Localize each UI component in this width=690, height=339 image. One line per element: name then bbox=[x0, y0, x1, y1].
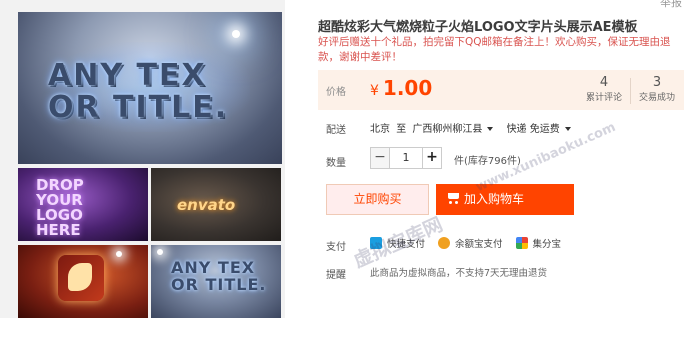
points-icon bbox=[515, 237, 528, 249]
quantity-decrease-button[interactable]: − bbox=[370, 147, 390, 169]
notice-label: 提醒 bbox=[326, 270, 346, 281]
thumbnail-1[interactable]: DROP YOUR LOGO HERE bbox=[18, 168, 148, 241]
price-value: ¥1.00 bbox=[370, 76, 432, 100]
spark-effect bbox=[157, 249, 163, 255]
flame-logo-icon bbox=[58, 255, 104, 301]
shipping-method: 快递 免运费 bbox=[506, 124, 560, 135]
quantity-stepper: − 1 + bbox=[370, 147, 442, 169]
product-gallery: ANY TEX OR TITLE. DROP YOUR LOGO HERE en… bbox=[0, 0, 285, 318]
shipping-label: 配送 bbox=[326, 125, 346, 136]
shipping-to-word: 至 bbox=[396, 124, 407, 135]
deals-stat: 3 交易成功 bbox=[631, 75, 683, 105]
price-amount: 1.00 bbox=[382, 76, 433, 100]
quantity-input[interactable]: 1 bbox=[390, 147, 422, 169]
shipping-destination-select[interactable]: 广西柳州柳江县 bbox=[412, 120, 503, 135]
thumbnail-2[interactable]: envato bbox=[151, 168, 281, 241]
thumbnail-4-text: ANY TEX OR TITLE. bbox=[171, 258, 267, 294]
product-title: 超酷炫彩大气燃烧粒子火焰LOGO文字片头展示AE模板 bbox=[318, 20, 638, 35]
currency-symbol: ¥ bbox=[370, 83, 379, 99]
quantity-label: 数量 bbox=[326, 158, 346, 169]
shipping-from: 北京 bbox=[370, 124, 390, 135]
chevron-down-icon bbox=[564, 127, 571, 131]
reviews-label: 累计评论 bbox=[585, 93, 622, 103]
lens-flare bbox=[232, 30, 240, 38]
shipping-info: 北京 至 广西柳州柳江县 快递 免运费 bbox=[370, 120, 581, 135]
payment-method-yuebao: 余额宝支付 bbox=[438, 236, 503, 250]
shipping-destination: 广西柳州柳江县 bbox=[412, 124, 483, 135]
notice-text: 此商品为虚拟商品，不支持7天无理由退货 bbox=[370, 268, 548, 279]
price-label: 价格 bbox=[326, 87, 346, 98]
price-panel: 价格 ¥1.00 4 累计评论 3 交易成功 bbox=[318, 70, 684, 110]
add-to-cart-button[interactable]: 加入购物车 bbox=[436, 184, 574, 215]
payment-label: 支付 bbox=[326, 242, 346, 253]
payment-method-points: 集分宝 bbox=[515, 236, 562, 250]
reviews-stat[interactable]: 4 累计评论 bbox=[578, 75, 630, 105]
main-product-image[interactable]: ANY TEX OR TITLE. bbox=[18, 12, 282, 164]
deals-label: 交易成功 bbox=[638, 93, 675, 103]
reviews-count: 4 bbox=[599, 75, 609, 90]
buy-now-button[interactable]: 立即购买 bbox=[326, 184, 429, 215]
yuebao-icon bbox=[438, 237, 451, 249]
chevron-down-icon bbox=[487, 127, 494, 131]
deals-count: 3 bbox=[652, 75, 662, 90]
shipping-method-select[interactable]: 快递 免运费 bbox=[507, 120, 581, 135]
quantity-increase-button[interactable]: + bbox=[422, 147, 442, 169]
cart-icon bbox=[446, 193, 460, 204]
main-image-text: ANY TEX OR TITLE. bbox=[48, 58, 229, 125]
thumbnail-2-text: envato bbox=[177, 196, 236, 214]
thumbnail-3[interactable] bbox=[18, 245, 148, 318]
spark-effect bbox=[116, 251, 122, 257]
product-subtitle: 好评后赠送十个礼品，拍完留下QQ邮箱在备注上！欢心购买，保证无理由退款，谢谢中差… bbox=[318, 36, 671, 63]
payment-method-label: 集分宝 bbox=[532, 239, 562, 250]
add-to-cart-label: 加入购物车 bbox=[464, 192, 525, 206]
thumbnail-4[interactable]: ANY TEX OR TITLE. bbox=[151, 245, 281, 318]
payment-method-label: 余额宝支付 bbox=[455, 239, 503, 250]
report-link[interactable]: 举报 bbox=[660, 0, 682, 10]
thumbnail-1-text: DROP YOUR LOGO HERE bbox=[36, 176, 84, 239]
